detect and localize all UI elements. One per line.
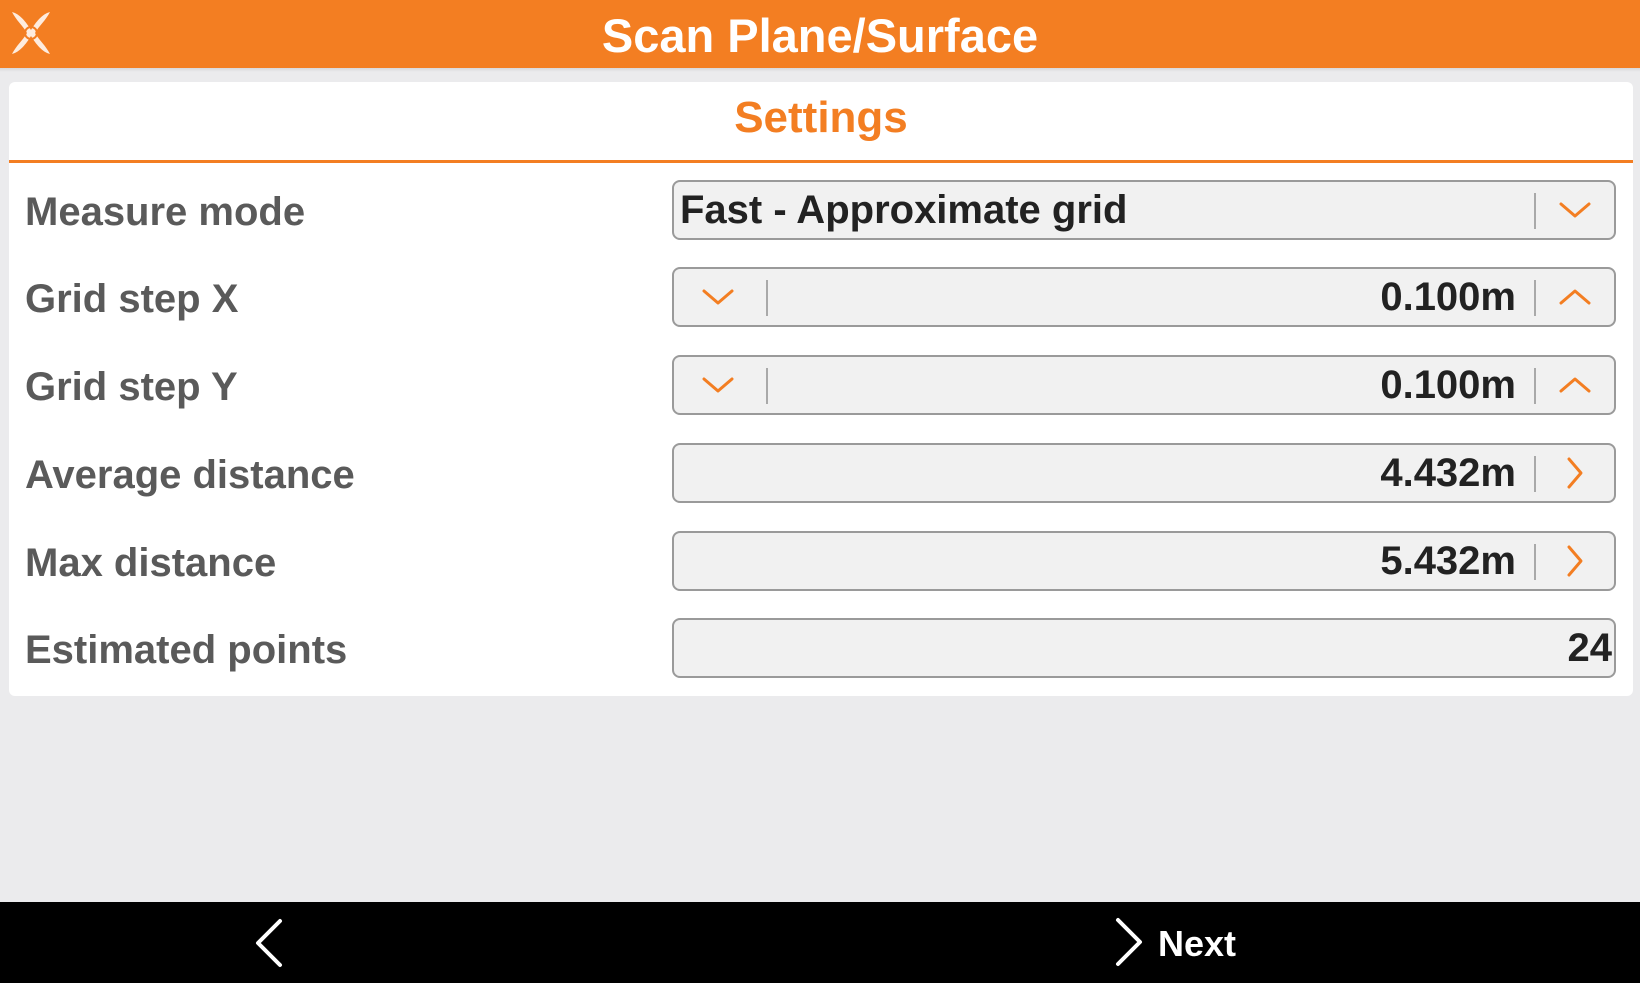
average-distance-field[interactable]: 4.432m	[672, 443, 1616, 503]
measure-mode-value: Fast - Approximate grid	[680, 188, 1128, 232]
max-distance-field[interactable]: 5.432m	[672, 531, 1616, 591]
estimated-points-value: 24	[1567, 626, 1613, 670]
chevron-right-icon	[1565, 456, 1585, 490]
chevron-up-icon	[1558, 375, 1592, 395]
grid-step-y-label: Grid step Y	[25, 365, 238, 409]
stepper-separator	[766, 368, 768, 404]
next-button-label: Next	[1158, 923, 1237, 964]
bottom-nav-bar: Next	[0, 902, 1640, 983]
estimated-points-field: 24	[672, 618, 1616, 678]
chevron-down-icon	[1558, 200, 1592, 220]
panel-title: Settings	[734, 93, 908, 142]
measure-mode-label: Measure mode	[25, 190, 306, 234]
next-button[interactable]: Next	[1114, 914, 1236, 974]
chevron-down-icon	[701, 375, 735, 395]
grid-step-x-decrement-button[interactable]	[674, 269, 762, 325]
grid-step-y-stepper[interactable]: 0.100m	[672, 355, 1616, 415]
settings-panel: Settings Measure mode Fast - Approximate…	[9, 82, 1633, 696]
chevron-right-icon	[1114, 917, 1144, 972]
window-title: Scan Plane/Surface	[601, 9, 1039, 62]
grid-step-y-value[interactable]: 0.100m	[1380, 357, 1516, 413]
dropdown-toggle-button[interactable]	[1536, 182, 1614, 238]
grid-step-x-increment-button[interactable]	[1536, 269, 1614, 325]
chevron-up-icon	[1558, 287, 1592, 307]
chevron-right-icon	[1565, 544, 1585, 578]
measure-mode-dropdown[interactable]: Fast - Approximate grid	[672, 180, 1616, 240]
stepper-separator	[766, 280, 768, 316]
chevron-down-icon	[701, 287, 735, 307]
grid-step-y-increment-button[interactable]	[1536, 357, 1614, 413]
estimated-points-label: Estimated points	[25, 628, 348, 672]
grid-step-x-stepper[interactable]: 0.100m	[672, 267, 1616, 327]
grid-step-y-decrement-button[interactable]	[674, 357, 762, 413]
chevron-left-icon	[254, 918, 284, 973]
grid-step-x-value[interactable]: 0.100m	[1380, 269, 1516, 325]
grid-step-x-label: Grid step X	[25, 277, 239, 321]
max-distance-label: Max distance	[25, 541, 277, 585]
back-button[interactable]	[246, 918, 292, 972]
average-distance-label: Average distance	[25, 453, 355, 497]
max-distance-measure-button[interactable]	[1536, 533, 1614, 589]
panel-divider	[9, 160, 1633, 163]
average-distance-measure-button[interactable]	[1536, 445, 1614, 501]
average-distance-value[interactable]: 4.432m	[1380, 445, 1516, 501]
max-distance-value[interactable]: 5.432m	[1380, 533, 1516, 589]
